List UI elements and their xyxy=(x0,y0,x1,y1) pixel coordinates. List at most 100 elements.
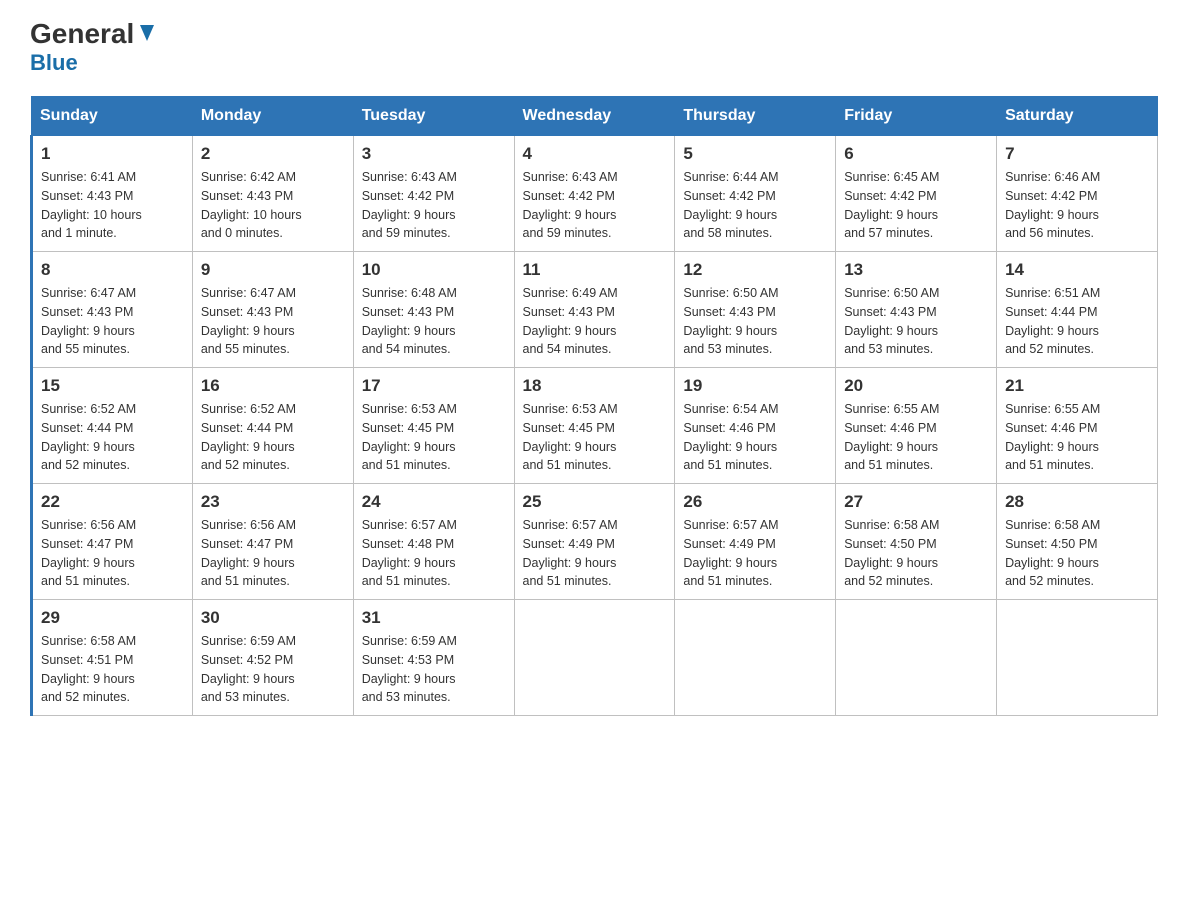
calendar-header-row: Sunday Monday Tuesday Wednesday Thursday… xyxy=(32,97,1158,136)
calendar-cell: 18Sunrise: 6:53 AM Sunset: 4:45 PM Dayli… xyxy=(514,368,675,484)
day-info: Sunrise: 6:53 AM Sunset: 4:45 PM Dayligh… xyxy=(362,400,506,475)
day-info: Sunrise: 6:59 AM Sunset: 4:53 PM Dayligh… xyxy=(362,632,506,707)
calendar-cell: 30 Sunrise: 6:59 AM Sunset: 4:52 PM Dayli… xyxy=(192,600,353,716)
day-info: Sunrise: 6:55 AM Sunset: 4:46 PM Dayligh… xyxy=(844,400,988,475)
calendar-table: Sunday Monday Tuesday Wednesday Thursday… xyxy=(30,96,1158,716)
calendar-cell: 22 Sunrise: 6:56 AM Sunset: 4:47 PM Dayli… xyxy=(32,484,193,600)
day-info: Sunrise: 6:49 AM Sunset: 4:43 PM Dayligh… xyxy=(523,284,667,359)
calendar-cell: 21 Sunrise: 6:55 AM Sunset: 4:46 PM Dayli… xyxy=(997,368,1158,484)
calendar-cell: 29Sunrise: 6:58 AM Sunset: 4:51 PM Dayli… xyxy=(32,600,193,716)
calendar-cell: 3 Sunrise: 6:43 AM Sunset: 4:42 PM Daylig… xyxy=(353,136,514,252)
calendar-cell: 10Sunrise: 6:48 AM Sunset: 4:43 PM Dayli… xyxy=(353,252,514,368)
calendar-cell: 19 Sunrise: 6:54 AM Sunset: 4:46 PM Dayli… xyxy=(675,368,836,484)
day-number: 17 xyxy=(362,376,506,396)
calendar-cell: 23Sunrise: 6:56 AM Sunset: 4:47 PM Dayli… xyxy=(192,484,353,600)
header-thursday: Thursday xyxy=(675,97,836,136)
day-number: 9 xyxy=(201,260,345,280)
calendar-cell: 5 Sunrise: 6:44 AM Sunset: 4:42 PM Daylig… xyxy=(675,136,836,252)
day-number: 11 xyxy=(523,260,667,280)
day-info: Sunrise: 6:43 AM Sunset: 4:42 PM Dayligh… xyxy=(362,168,506,243)
day-info: Sunrise: 6:58 AM Sunset: 4:50 PM Dayligh… xyxy=(1005,516,1149,591)
day-info: Sunrise: 6:57 AM Sunset: 4:49 PM Dayligh… xyxy=(683,516,827,591)
calendar-cell xyxy=(836,600,997,716)
calendar-cell: 14 Sunrise: 6:51 AM Sunset: 4:44 PM Dayli… xyxy=(997,252,1158,368)
logo-arrow-icon xyxy=(136,23,158,45)
day-number: 31 xyxy=(362,608,506,628)
day-info: Sunrise: 6:50 AM Sunset: 4:43 PM Dayligh… xyxy=(844,284,988,359)
calendar-cell: 20 Sunrise: 6:55 AM Sunset: 4:46 PM Dayli… xyxy=(836,368,997,484)
calendar-cell: 15 Sunrise: 6:52 AM Sunset: 4:44 PM Dayli… xyxy=(32,368,193,484)
calendar-week-row: 8 Sunrise: 6:47 AM Sunset: 4:43 PM Daylig… xyxy=(32,252,1158,368)
calendar-cell xyxy=(997,600,1158,716)
calendar-cell: 8 Sunrise: 6:47 AM Sunset: 4:43 PM Daylig… xyxy=(32,252,193,368)
day-info: Sunrise: 6:58 AM Sunset: 4:51 PM Dayligh… xyxy=(41,632,184,707)
day-number: 8 xyxy=(41,260,184,280)
calendar-cell: 25 Sunrise: 6:57 AM Sunset: 4:49 PM Dayli… xyxy=(514,484,675,600)
page-header: General Blue xyxy=(30,20,1158,76)
day-info: Sunrise: 6:58 AM Sunset: 4:50 PM Dayligh… xyxy=(844,516,988,591)
day-number: 30 xyxy=(201,608,345,628)
day-info: Sunrise: 6:41 AM Sunset: 4:43 PM Dayligh… xyxy=(41,168,184,243)
calendar-cell: 6Sunrise: 6:45 AM Sunset: 4:42 PM Daylig… xyxy=(836,136,997,252)
day-info: Sunrise: 6:47 AM Sunset: 4:43 PM Dayligh… xyxy=(41,284,184,359)
day-info: Sunrise: 6:56 AM Sunset: 4:47 PM Dayligh… xyxy=(41,516,184,591)
day-number: 5 xyxy=(683,144,827,164)
day-number: 2 xyxy=(201,144,345,164)
calendar-cell: 4 Sunrise: 6:43 AM Sunset: 4:42 PM Daylig… xyxy=(514,136,675,252)
day-number: 1 xyxy=(41,144,184,164)
day-info: Sunrise: 6:47 AM Sunset: 4:43 PM Dayligh… xyxy=(201,284,345,359)
logo: General Blue xyxy=(30,20,158,76)
day-number: 20 xyxy=(844,376,988,396)
day-number: 13 xyxy=(844,260,988,280)
calendar-cell: 1 Sunrise: 6:41 AM Sunset: 4:43 PM Daylig… xyxy=(32,136,193,252)
calendar-cell: 2Sunrise: 6:42 AM Sunset: 4:43 PM Daylig… xyxy=(192,136,353,252)
header-friday: Friday xyxy=(836,97,997,136)
calendar-week-row: 1 Sunrise: 6:41 AM Sunset: 4:43 PM Daylig… xyxy=(32,136,1158,252)
day-number: 24 xyxy=(362,492,506,512)
day-info: Sunrise: 6:51 AM Sunset: 4:44 PM Dayligh… xyxy=(1005,284,1149,359)
day-number: 28 xyxy=(1005,492,1149,512)
day-number: 7 xyxy=(1005,144,1149,164)
day-number: 4 xyxy=(523,144,667,164)
day-info: Sunrise: 6:52 AM Sunset: 4:44 PM Dayligh… xyxy=(201,400,345,475)
day-number: 19 xyxy=(683,376,827,396)
calendar-cell: 24 Sunrise: 6:57 AM Sunset: 4:48 PM Dayli… xyxy=(353,484,514,600)
calendar-cell: 16 Sunrise: 6:52 AM Sunset: 4:44 PM Dayli… xyxy=(192,368,353,484)
header-monday: Monday xyxy=(192,97,353,136)
day-number: 27 xyxy=(844,492,988,512)
calendar-cell: 26 Sunrise: 6:57 AM Sunset: 4:49 PM Dayli… xyxy=(675,484,836,600)
day-number: 25 xyxy=(523,492,667,512)
day-number: 14 xyxy=(1005,260,1149,280)
day-info: Sunrise: 6:52 AM Sunset: 4:44 PM Dayligh… xyxy=(41,400,184,475)
day-info: Sunrise: 6:45 AM Sunset: 4:42 PM Dayligh… xyxy=(844,168,988,243)
calendar-cell: 27 Sunrise: 6:58 AM Sunset: 4:50 PM Dayli… xyxy=(836,484,997,600)
calendar-cell: 11 Sunrise: 6:49 AM Sunset: 4:43 PM Dayli… xyxy=(514,252,675,368)
calendar-cell: 31 Sunrise: 6:59 AM Sunset: 4:53 PM Dayli… xyxy=(353,600,514,716)
day-info: Sunrise: 6:43 AM Sunset: 4:42 PM Dayligh… xyxy=(523,168,667,243)
day-number: 26 xyxy=(683,492,827,512)
day-number: 16 xyxy=(201,376,345,396)
day-info: Sunrise: 6:57 AM Sunset: 4:48 PM Dayligh… xyxy=(362,516,506,591)
day-info: Sunrise: 6:54 AM Sunset: 4:46 PM Dayligh… xyxy=(683,400,827,475)
calendar-week-row: 22 Sunrise: 6:56 AM Sunset: 4:47 PM Dayli… xyxy=(32,484,1158,600)
header-wednesday: Wednesday xyxy=(514,97,675,136)
day-number: 18 xyxy=(523,376,667,396)
calendar-cell: 7Sunrise: 6:46 AM Sunset: 4:42 PM Daylig… xyxy=(997,136,1158,252)
calendar-week-row: 29Sunrise: 6:58 AM Sunset: 4:51 PM Dayli… xyxy=(32,600,1158,716)
day-number: 15 xyxy=(41,376,184,396)
day-number: 21 xyxy=(1005,376,1149,396)
day-info: Sunrise: 6:57 AM Sunset: 4:49 PM Dayligh… xyxy=(523,516,667,591)
day-number: 3 xyxy=(362,144,506,164)
day-number: 12 xyxy=(683,260,827,280)
day-info: Sunrise: 6:48 AM Sunset: 4:43 PM Dayligh… xyxy=(362,284,506,359)
calendar-cell: 9 Sunrise: 6:47 AM Sunset: 4:43 PM Daylig… xyxy=(192,252,353,368)
day-info: Sunrise: 6:59 AM Sunset: 4:52 PM Dayligh… xyxy=(201,632,345,707)
day-number: 23 xyxy=(201,492,345,512)
day-info: Sunrise: 6:55 AM Sunset: 4:46 PM Dayligh… xyxy=(1005,400,1149,475)
day-info: Sunrise: 6:44 AM Sunset: 4:42 PM Dayligh… xyxy=(683,168,827,243)
calendar-cell: 13 Sunrise: 6:50 AM Sunset: 4:43 PM Dayli… xyxy=(836,252,997,368)
day-number: 22 xyxy=(41,492,184,512)
calendar-cell xyxy=(514,600,675,716)
header-saturday: Saturday xyxy=(997,97,1158,136)
calendar-cell xyxy=(675,600,836,716)
